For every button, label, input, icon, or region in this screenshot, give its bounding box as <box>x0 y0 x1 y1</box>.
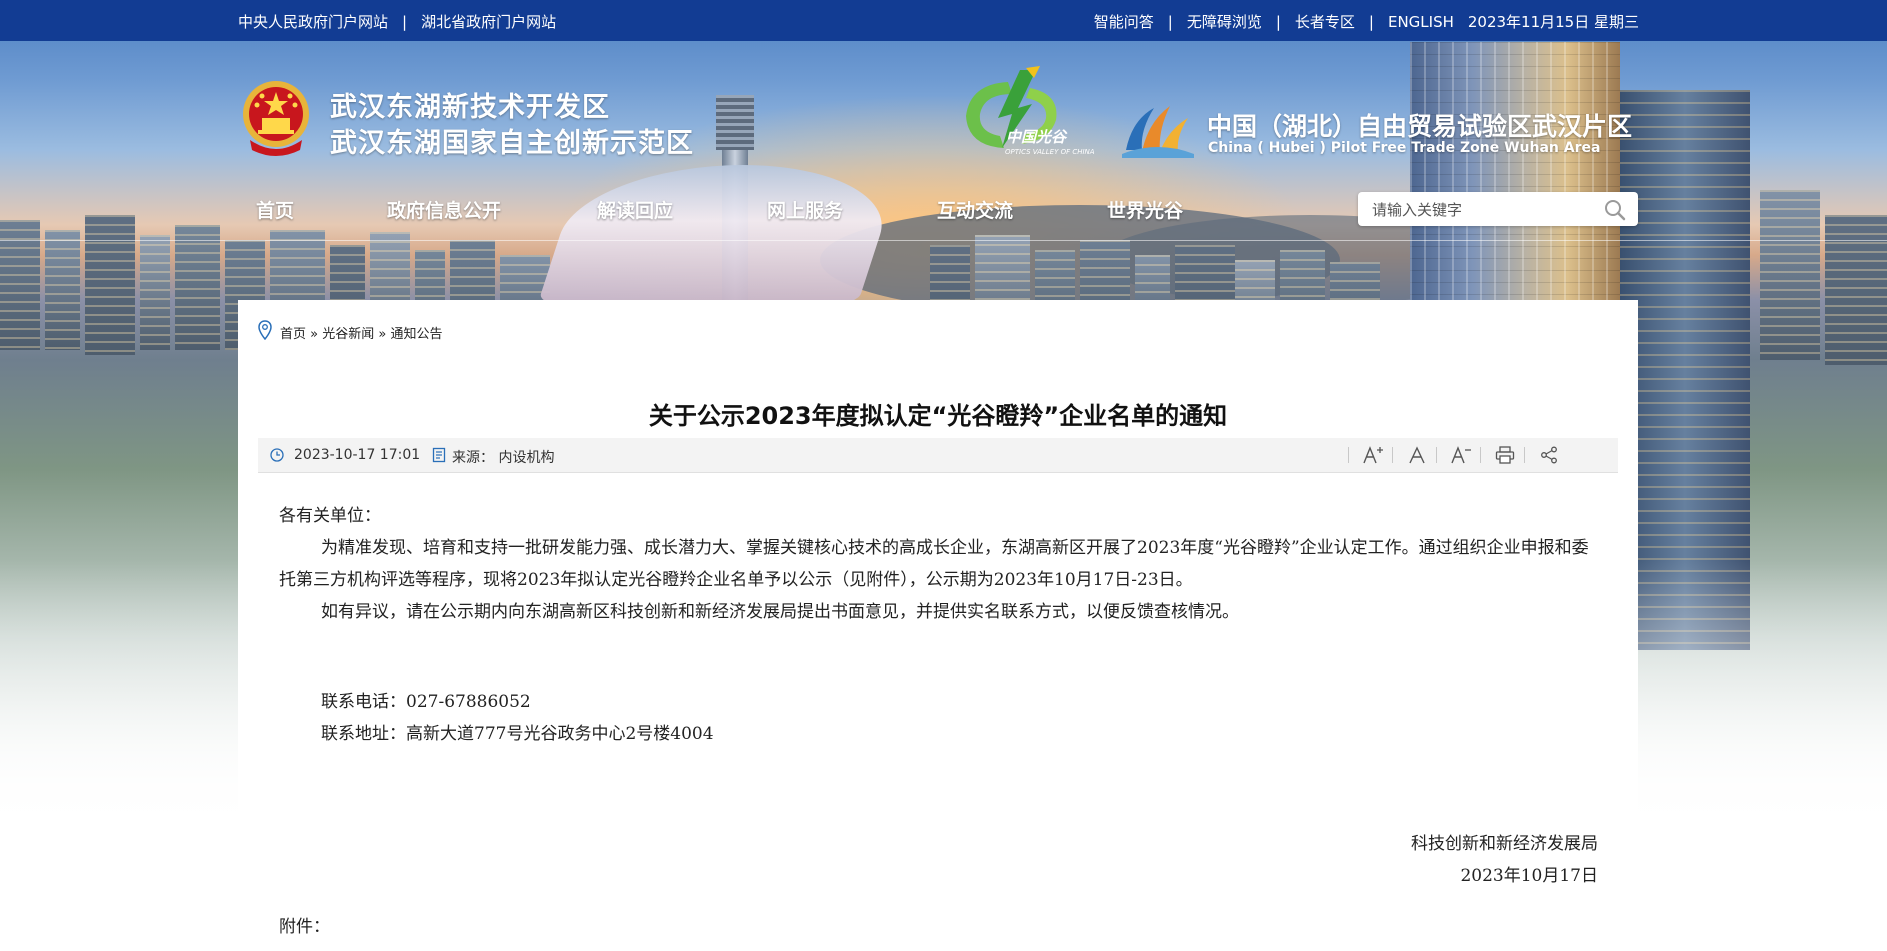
site-title[interactable]: 武汉东湖新技术开发区 武汉东湖国家自主创新示范区 <box>330 90 694 162</box>
link-central-gov[interactable]: 中央人民政府门户网站 <box>238 13 388 31</box>
article-meta-bar: 2023-10-17 17:01 来源： 内设机构 <box>258 438 1618 473</box>
link-accessibility[interactable]: 无障碍浏览 <box>1187 13 1262 31</box>
nav-divider <box>0 240 1887 241</box>
clock-icon <box>270 448 284 462</box>
nav-world-optics-valley[interactable]: 世界光谷 <box>1107 196 1183 223</box>
contact-phone: 联系电话：027-67886052 <box>321 692 531 712</box>
contact-info: 联系电话：027-67886052 联系地址：高新大道777号光谷政务中心2号楼… <box>279 686 1595 750</box>
location-pin-icon <box>258 320 272 340</box>
search-icon[interactable] <box>1604 199 1626 221</box>
publish-time: 2023-10-17 17:01 <box>294 447 421 463</box>
print-icon <box>1495 446 1515 464</box>
print-button[interactable] <box>1491 442 1519 468</box>
signer: 科技创新和新经济发展局 <box>1411 834 1598 854</box>
font-decrease-icon <box>1451 446 1471 464</box>
ftz-title: 中国（湖北）自由贸易试验区武汉片区 <box>1207 112 1633 141</box>
nav-online-services[interactable]: 网上服务 <box>767 196 843 223</box>
optics-valley-logo-subtext: OPTICS VALLEY OF CHINA <box>1005 148 1095 156</box>
document-icon <box>432 447 446 463</box>
font-reset-button[interactable] <box>1403 442 1431 468</box>
paragraph-2: 如有异议，请在公示期内向东湖高新区科技创新和新经济发展局提出书面意见，并提供实名… <box>321 602 1239 622</box>
font-size-icon <box>1409 446 1425 464</box>
breadcrumb-home[interactable]: 首页 <box>280 327 306 342</box>
signature-block: 科技创新和新经济发展局 2023年10月17日 <box>238 828 1598 892</box>
share-button[interactable] <box>1535 442 1563 468</box>
article-source: 来源： 内设机构 <box>452 450 555 466</box>
article-body: 各有关单位： 为精准发现、培育和支持一批研发能力强、成长潜力大、掌握关键核心技术… <box>279 500 1595 750</box>
ftz-subtitle: China ( Hubei ) Pilot Free Trade Zone Wu… <box>1208 140 1601 156</box>
national-emblem-icon <box>243 81 309 156</box>
breadcrumb-news[interactable]: 光谷新闻 <box>322 327 374 342</box>
link-elderly[interactable]: 长者专区 <box>1295 13 1355 31</box>
contact-address: 联系地址：高新大道777号光谷政务中心2号楼4004 <box>321 724 714 744</box>
nav-home[interactable]: 首页 <box>256 196 294 223</box>
font-decrease-button[interactable] <box>1447 442 1475 468</box>
current-date: 2023年11月15日 星期三 <box>1467 13 1639 31</box>
article-title: 关于公示2023年度拟认定“光谷瞪羚”企业名单的通知 <box>648 402 1228 430</box>
search-box <box>1358 192 1638 226</box>
article-panel: 首页 » 光谷新闻 » 通知公告 关于公示2023年度拟认定“光谷瞪羚”企业名单… <box>238 300 1638 951</box>
breadcrumb-notices[interactable]: 通知公告 <box>390 327 442 342</box>
link-smart-qa[interactable]: 智能问答 <box>1094 13 1154 31</box>
optics-valley-logo-text: 中国光谷 <box>1006 128 1067 146</box>
search-input[interactable] <box>1370 198 1594 222</box>
nav-gov-info[interactable]: 政府信息公开 <box>387 196 501 223</box>
font-increase-button[interactable] <box>1359 442 1387 468</box>
ftz-logo-icon[interactable] <box>1118 100 1198 160</box>
link-hubei-gov[interactable]: 湖北省政府门户网站 <box>421 13 556 31</box>
link-english[interactable]: ENGLISH <box>1388 13 1454 31</box>
paragraph-1: 为精准发现、培育和支持一批研发能力强、成长潜力大、掌握关键核心技术的高成长企业，… <box>279 538 1589 590</box>
greeting: 各有关单位： <box>279 506 381 526</box>
sign-date: 2023年10月17日 <box>1460 866 1598 886</box>
attachment-label: 附件： <box>279 917 330 937</box>
share-icon <box>1541 446 1557 464</box>
nav-interaction[interactable]: 互动交流 <box>937 196 1013 223</box>
top-bar: 中央人民政府门户网站 | 湖北省政府门户网站 智能问答 | 无障碍浏览 | 长者专区 | ENG… <box>0 0 1887 41</box>
nav-interpretation[interactable]: 解读回应 <box>597 196 673 223</box>
font-increase-icon <box>1363 446 1383 464</box>
